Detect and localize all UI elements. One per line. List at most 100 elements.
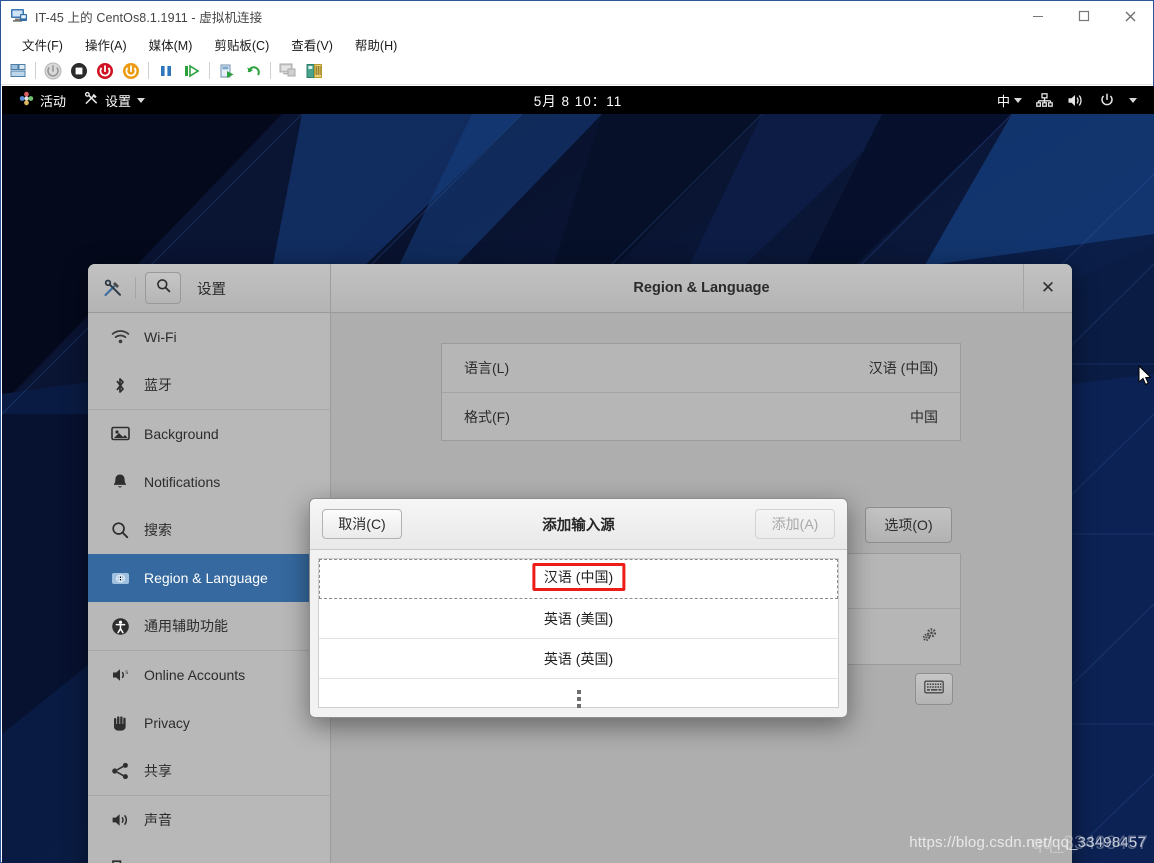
network-wired-icon[interactable] xyxy=(1031,90,1058,111)
settings-sidebar: Wi-Fi 蓝牙 Background Notifications 搜索 Reg… xyxy=(88,313,331,863)
window-titlebar: IT-45 上的 CentOs8.1.1911 - 虚拟机连接 xyxy=(1,1,1153,31)
sidebar-item-label: Background xyxy=(144,426,219,442)
chevron-down-icon xyxy=(1129,97,1137,103)
settings-header-right: Region & Language ✕ xyxy=(331,264,1072,312)
sidebar-item-privacy[interactable]: Privacy xyxy=(88,699,330,747)
minimize-button[interactable] xyxy=(1015,1,1061,31)
activities-button[interactable]: 活动 xyxy=(12,88,73,113)
sidebar-item-label: 通用辅助功能 xyxy=(144,618,228,634)
list-item[interactable]: 英语 (英国) xyxy=(319,639,838,679)
ctrl-alt-del-icon[interactable] xyxy=(5,59,31,83)
sidebar-item-background[interactable]: Background xyxy=(88,410,330,458)
sidebar-item-notifications[interactable]: Notifications xyxy=(88,458,330,506)
settings-header-left: 设置 xyxy=(88,264,331,312)
topbar-right: 中 xyxy=(992,88,1154,113)
language-format-card: 语言(L) 汉语 (中国) 格式(F) 中国 xyxy=(441,343,961,441)
window-title: IT-45 上的 CentOs8.1.1911 - 虚拟机连接 xyxy=(35,10,263,25)
search-icon xyxy=(156,278,171,298)
options-button[interactable]: 选项(O) xyxy=(865,507,952,543)
screenshot-root: IT-45 上的 CentOs8.1.1911 - 虚拟机连接 文件(F) 操作… xyxy=(0,0,1154,863)
add-button[interactable]: 添加(A) xyxy=(755,509,835,539)
sidebar-item-label: Notifications xyxy=(144,474,221,490)
menu-clipboard[interactable]: 剪贴板(C) xyxy=(205,32,278,57)
sidebar-item-label: 共享 xyxy=(144,763,172,779)
sidebar-item-label: Privacy xyxy=(144,715,190,731)
checkpoint-icon[interactable] xyxy=(214,59,240,83)
settings-close-button[interactable]: ✕ xyxy=(1023,264,1072,311)
privacy-hand-icon xyxy=(110,713,130,733)
shutdown-icon[interactable] xyxy=(92,59,118,83)
sidebar-item-accessibility[interactable]: 通用辅助功能 xyxy=(88,602,330,650)
language-row[interactable]: 语言(L) 汉语 (中国) xyxy=(442,344,960,392)
power-icon[interactable] xyxy=(118,59,144,83)
toolbar-separator-2 xyxy=(148,62,149,79)
background-icon xyxy=(110,424,130,444)
region-language-icon xyxy=(110,568,130,588)
sidebar-item-sound[interactable]: 声音 xyxy=(88,796,330,844)
power-icon[interactable] xyxy=(1094,89,1120,111)
activities-label: 活动 xyxy=(40,93,67,109)
system-menu-caret[interactable] xyxy=(1124,95,1142,106)
sidebar-item-label: Region & Language xyxy=(144,570,268,586)
input-source-indicator[interactable]: 中 xyxy=(992,88,1027,113)
list-item[interactable]: 英语 (美国) xyxy=(319,599,838,639)
topbar-left: 活动 设置 xyxy=(2,88,152,113)
menu-action[interactable]: 操作(A) xyxy=(76,32,136,57)
list-item-more[interactable] xyxy=(319,679,838,717)
topbar-clock[interactable]: 5月 8 10：11 xyxy=(2,90,1154,110)
dialog-title: 添加输入源 xyxy=(542,517,615,534)
sidebar-item-bluetooth[interactable]: 蓝牙 xyxy=(88,361,330,409)
sidebar-item-label: 声音 xyxy=(144,812,172,828)
sidebar-item-sharing[interactable]: 共享 xyxy=(88,747,330,795)
keyboard-shortcuts-button[interactable] xyxy=(915,673,953,705)
sidebar-item-online-accounts[interactable]: s Online Accounts xyxy=(88,651,330,699)
sidebar-item-wifi[interactable]: Wi-Fi xyxy=(88,313,330,361)
maximize-button[interactable] xyxy=(1061,1,1107,31)
online-accounts-icon: s xyxy=(110,665,130,685)
accessibility-icon xyxy=(110,616,130,636)
turn-off-icon[interactable] xyxy=(66,59,92,83)
sidebar-item-power[interactable]: Power xyxy=(88,844,330,863)
settings-app-title: 设置 xyxy=(197,281,226,298)
resume-icon[interactable] xyxy=(179,59,205,83)
wifi-icon xyxy=(110,327,130,347)
menu-file[interactable]: 文件(F) xyxy=(13,32,72,57)
app-menu-label: 设置 xyxy=(105,93,132,109)
vm-toolbar xyxy=(1,57,1153,85)
settings-header: 设置 Region & Language ✕ xyxy=(88,264,1072,313)
toolbar-separator-3 xyxy=(209,62,210,79)
pause-icon[interactable] xyxy=(153,59,179,83)
gears-icon xyxy=(920,626,938,647)
vm-connect-icon xyxy=(10,8,28,24)
sidebar-item-label: 搜索 xyxy=(144,522,172,538)
close-button[interactable] xyxy=(1107,1,1153,31)
gnome-logo-icon xyxy=(19,91,34,109)
sidebar-item-region-language[interactable]: Region & Language xyxy=(88,554,330,602)
search-icon xyxy=(110,520,130,540)
toolbar-separator-4 xyxy=(270,62,271,79)
menu-help[interactable]: 帮助(H) xyxy=(346,32,406,57)
enhanced-session-icon xyxy=(275,59,301,83)
revert-icon[interactable] xyxy=(240,59,266,83)
menu-view[interactable]: 查看(V) xyxy=(282,32,342,57)
app-menu-button[interactable]: 设置 xyxy=(77,88,152,113)
cancel-button[interactable]: 取消(C) xyxy=(322,509,402,539)
menu-media[interactable]: 媒体(M) xyxy=(140,32,202,57)
header-divider xyxy=(135,277,136,299)
input-source-list: 汉语 (中国) 英语 (美国) 英语 (英国) xyxy=(318,558,839,708)
volume-icon[interactable] xyxy=(1062,90,1090,111)
add-input-source-dialog: 取消(C) 添加输入源 添加(A) 汉语 (中国) 英语 (美国) 英语 (英国… xyxy=(309,498,848,718)
svg-text:s: s xyxy=(125,670,128,676)
start-icon[interactable] xyxy=(40,59,66,83)
format-row[interactable]: 格式(F) 中国 xyxy=(442,392,960,440)
media-icon[interactable] xyxy=(301,59,327,83)
sidebar-item-label: Online Accounts xyxy=(144,667,246,683)
settings-tools-icon xyxy=(84,91,99,109)
window-controls xyxy=(1015,1,1153,31)
search-button[interactable] xyxy=(145,272,181,304)
bluetooth-icon xyxy=(110,375,130,395)
list-item[interactable]: 汉语 (中国) xyxy=(319,559,838,599)
input-source-label: 中 xyxy=(996,93,1010,109)
sidebar-item-search[interactable]: 搜索 xyxy=(88,506,330,554)
watermark-overlay: qq_33498457 xyxy=(1031,833,1148,854)
